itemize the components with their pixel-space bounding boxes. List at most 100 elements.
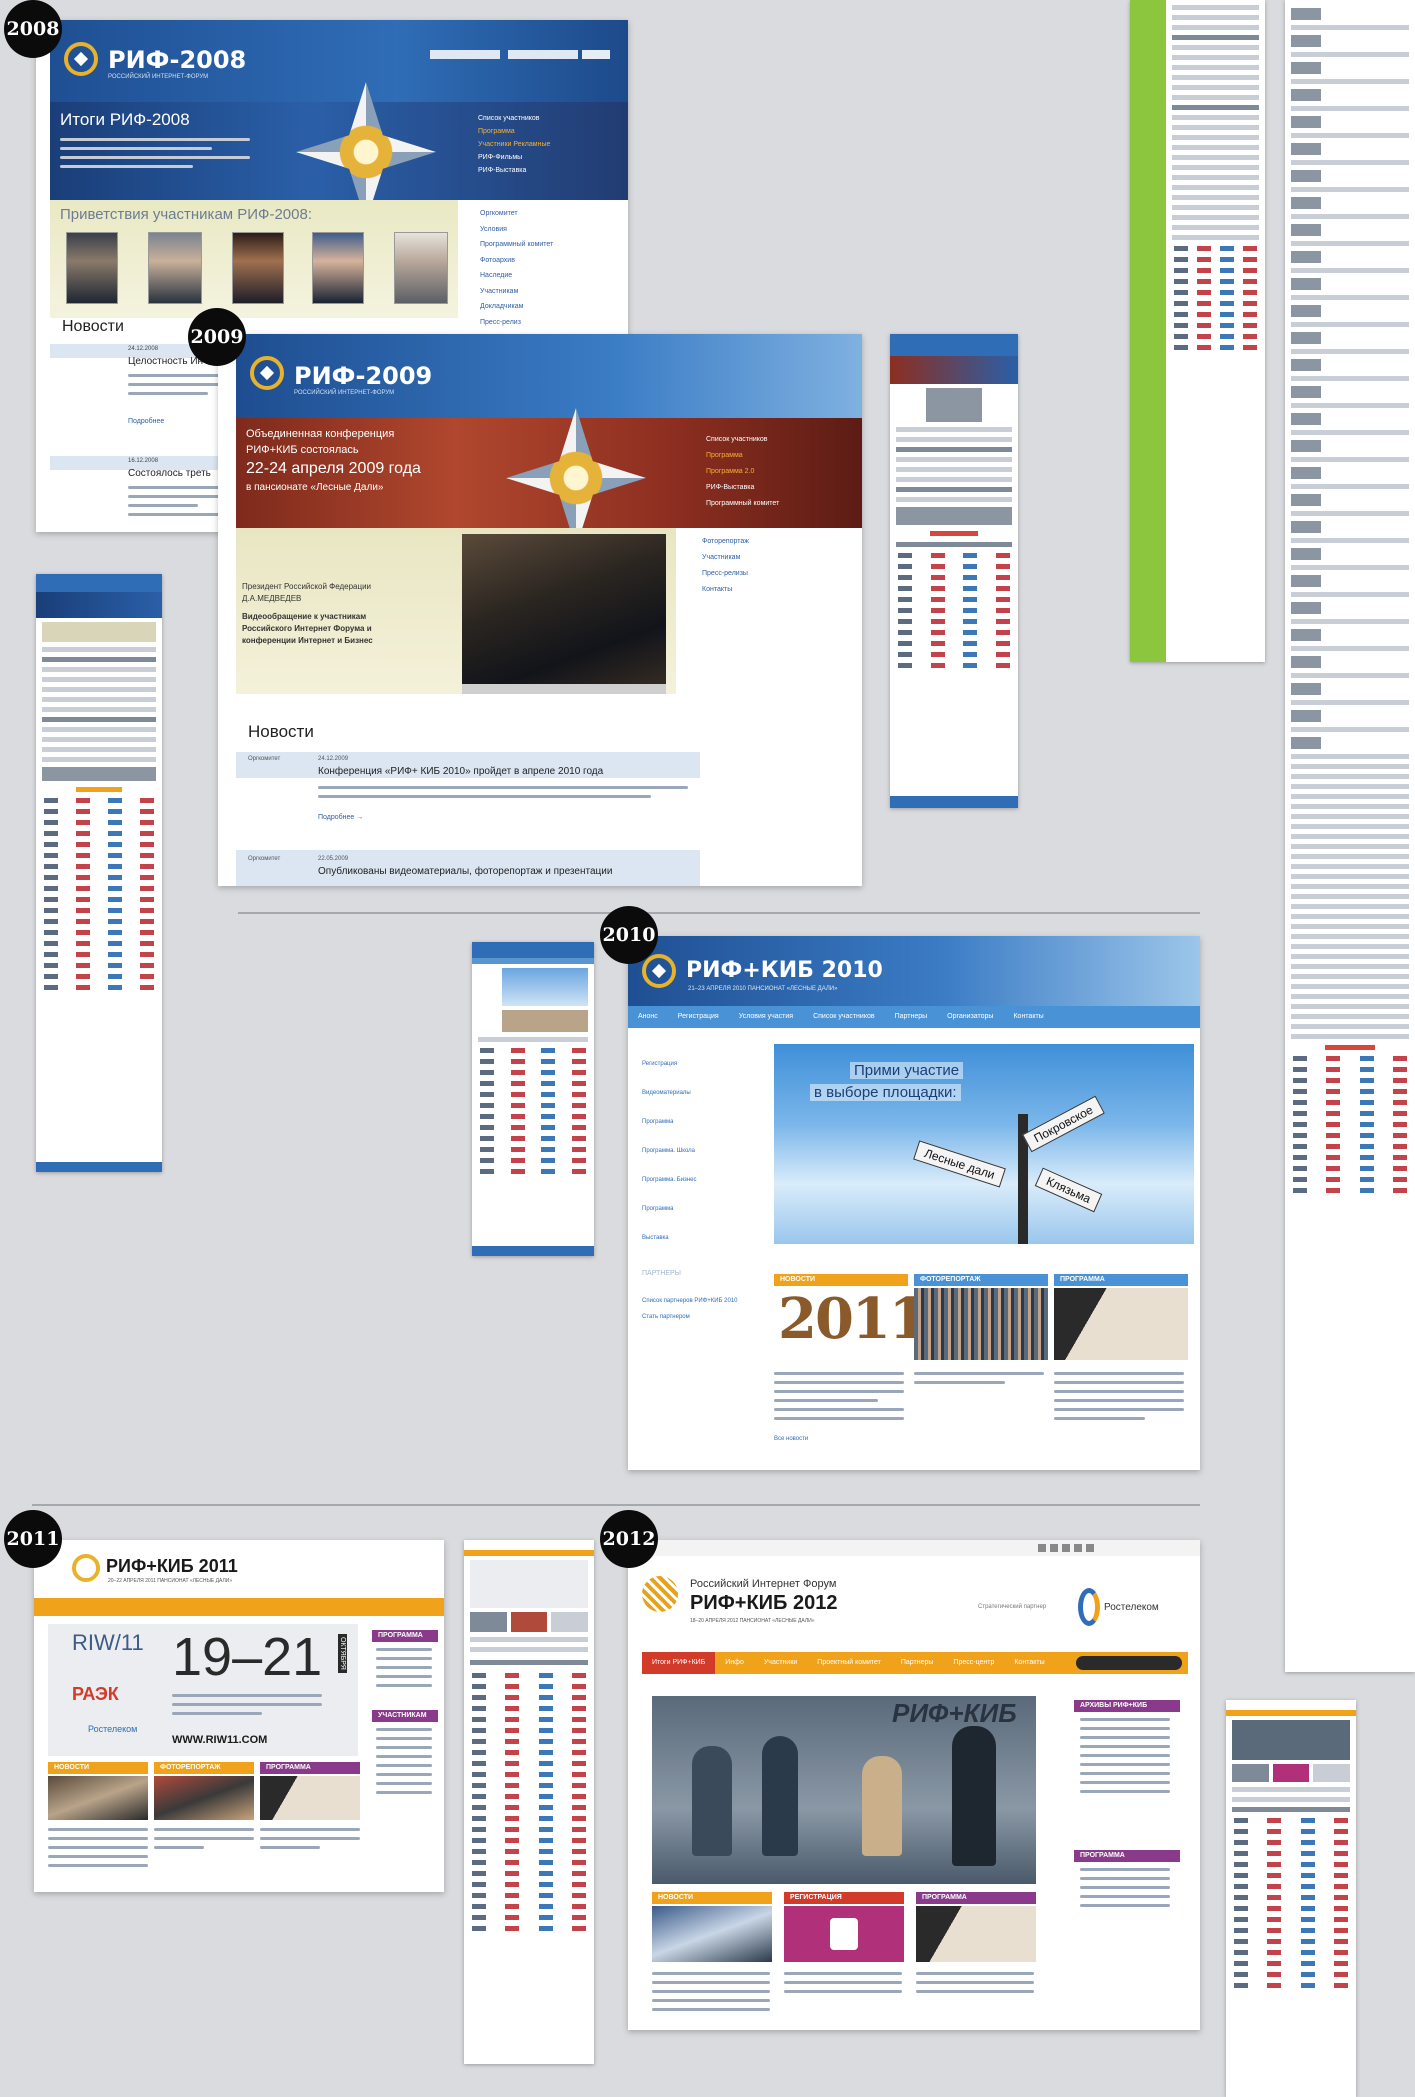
side-link[interactable]: Выставка: [642, 1224, 696, 1253]
news-image: [652, 1906, 772, 1962]
nav-item[interactable]: Инфо: [715, 1652, 754, 1674]
news-date: 22.05.2009: [318, 856, 349, 862]
more-link[interactable]: Подробнее →: [318, 814, 363, 821]
side-link[interactable]: Фотоархив: [480, 253, 553, 269]
right-link[interactable]: Программа: [478, 125, 618, 138]
registration-header: РЕГИСТРАЦИЯ: [784, 1892, 904, 1904]
right-link[interactable]: РИФ-Выставка: [706, 480, 779, 496]
year-badge-2012: 2012: [600, 1510, 658, 1568]
program-image: [916, 1906, 1036, 1962]
partners-link[interactable]: Стать партнером: [642, 1314, 690, 1320]
search-input[interactable]: [1076, 1656, 1182, 1670]
nav-item[interactable]: Партнеры: [885, 1006, 938, 1028]
right-link[interactable]: Участники Рекламные: [478, 138, 618, 151]
side-link[interactable]: Пресс-релиз: [480, 315, 553, 331]
logo-icon: [642, 1576, 678, 1612]
banner-links: [60, 138, 250, 174]
year-badge-2009: 2009: [188, 308, 246, 366]
nav-item[interactable]: Регистрация: [668, 1006, 729, 1028]
right-link[interactable]: РИФ-Выставка: [478, 164, 618, 177]
video-player[interactable]: [462, 534, 666, 694]
all-news-link[interactable]: Все новости: [774, 1436, 808, 1442]
banner-line: Объединенная конференция: [246, 428, 395, 440]
side-link[interactable]: Участникам: [702, 550, 749, 566]
registration-image: [784, 1906, 904, 1962]
side-link[interactable]: Докладчикам: [480, 299, 553, 315]
signpost-sign: Покровское: [1022, 1095, 1105, 1153]
nav-item[interactable]: Условия участия: [729, 1006, 803, 1028]
photo-report-image: [914, 1288, 1048, 1360]
header: РИФ-2009 РОССИЙСКИЙ ИНТЕРНЕТ-ФОРУМ: [236, 334, 862, 418]
riw-month: ОКТЯБРЯ: [338, 1634, 347, 1673]
rostelecom-logo: Ростелеком: [88, 1724, 138, 1734]
year-badge-2008: 2008: [4, 0, 62, 58]
side-link[interactable]: Фоторепортаж: [702, 534, 749, 550]
logo: РИФ+КИБ 2012: [690, 1592, 838, 1614]
news-headline[interactable]: Состоялось треть: [128, 468, 211, 479]
right-link[interactable]: Программа: [706, 448, 779, 464]
side-participants-header: УЧАСТНИКАМ: [372, 1710, 438, 1722]
partners-link[interactable]: Список партнеров РИФ+КИБ 2010: [642, 1298, 738, 1304]
side-link[interactable]: Регистрация: [642, 1050, 696, 1079]
program-body: [916, 1972, 1034, 1999]
more-link[interactable]: Подробнее: [128, 418, 164, 425]
side-link[interactable]: Оргкомитет: [480, 206, 553, 222]
news-header: НОВОСТИ: [652, 1892, 772, 1904]
right-link[interactable]: РИФ-Фильмы: [478, 151, 618, 164]
partner-name: Ростелеком: [1104, 1602, 1159, 1613]
nav-item[interactable]: Участники: [754, 1652, 807, 1674]
news-date: 24.12.2008: [128, 346, 159, 352]
side-link[interactable]: Программа: [642, 1108, 696, 1137]
password-field[interactable]: [508, 50, 578, 59]
nav-item[interactable]: Анонс: [628, 1006, 668, 1028]
news-body: [128, 374, 228, 401]
right-link[interactable]: Список участников: [706, 432, 779, 448]
nav-item[interactable]: Контакты: [1004, 1652, 1054, 1674]
login-button[interactable]: [582, 50, 610, 59]
logo: РИФ-2008: [108, 46, 247, 74]
section-divider: [32, 1504, 1200, 1506]
side-link[interactable]: Наследие: [480, 268, 553, 284]
nav-item[interactable]: Контакты: [1003, 1006, 1053, 1028]
news-headline[interactable]: Конференция «РИФ+ КИБ 2010» пройдет в ап…: [318, 766, 603, 777]
nav-item[interactable]: Список участников: [803, 1006, 885, 1028]
news-headline[interactable]: Опубликованы видеоматериалы, фоторепорта…: [318, 866, 612, 877]
side-link[interactable]: Участникам: [480, 284, 553, 300]
video-controls[interactable]: [462, 684, 666, 694]
side-link[interactable]: Программа. Школа: [642, 1137, 696, 1166]
nav-item[interactable]: Пресс-центр: [943, 1652, 1004, 1674]
news-title: Новости: [62, 318, 124, 335]
side-link[interactable]: Видеоматериалы: [642, 1079, 696, 1108]
portrait-photo: [312, 232, 364, 304]
partners-heading: ПАРТНЕРЫ: [642, 1270, 681, 1277]
program-header: ПРОГРАММА: [1054, 1274, 1188, 1286]
right-link[interactable]: Программа 2.0: [706, 464, 779, 480]
nav-item[interactable]: Партнеры: [891, 1652, 944, 1674]
news-date: 24.12.2009: [318, 756, 349, 762]
side-link[interactable]: Условия: [480, 222, 553, 238]
side-link[interactable]: Пресс-релизы: [702, 566, 749, 582]
login-field[interactable]: [430, 50, 500, 59]
right-link[interactable]: Программный комитет: [706, 496, 779, 512]
right-link[interactable]: Список участников: [478, 112, 618, 125]
social-icons[interactable]: [1038, 1544, 1098, 1552]
side-program-links: [1080, 1868, 1170, 1913]
main-nav[interactable]: [34, 1598, 444, 1616]
news-headline[interactable]: Целостность Ин: [128, 356, 203, 367]
side-link[interactable]: Программный комитет: [480, 237, 553, 253]
side-link[interactable]: Программа. Бизнес: [642, 1166, 696, 1195]
video-panel: Президент Российской Федерации Д.А.МЕДВЕ…: [236, 528, 676, 694]
nav-item[interactable]: Итоги РИФ+КИБ: [642, 1652, 716, 1674]
riw-site[interactable]: WWW.RIW11.COM: [172, 1734, 267, 1746]
side-program-header: ПРОГРАММА: [1074, 1850, 1180, 1862]
nav-item[interactable]: Организаторы: [937, 1006, 1003, 1028]
photo-header: ФОТОРЕПОРТАЖ: [914, 1274, 1048, 1286]
side-link[interactable]: Контакты: [702, 582, 749, 598]
side-link[interactable]: Программа: [642, 1195, 696, 1224]
side-links: Фоторепортаж Участникам Пресс-релизы Кон…: [702, 534, 749, 598]
cartoon-figure: [952, 1726, 996, 1866]
nav-item[interactable]: Проектный комитет: [807, 1652, 891, 1674]
program-image: [1054, 1288, 1188, 1360]
news-body: [128, 486, 228, 522]
banner-line: в пансионате «Лесные Дали»: [246, 482, 384, 493]
